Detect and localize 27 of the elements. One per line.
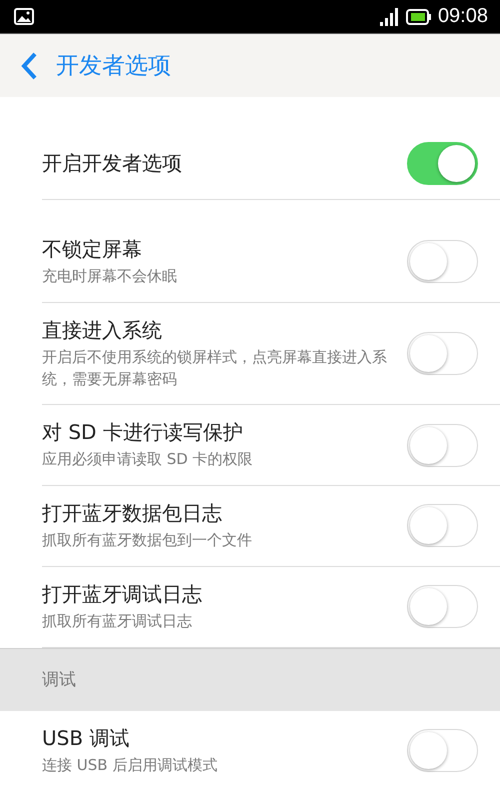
- setting-description: 充电时屏幕不会休眠: [42, 266, 178, 287]
- setting-title: 打开蓝牙调试日志: [42, 580, 203, 608]
- setting-title: 打开蓝牙数据包日志: [42, 500, 223, 527]
- setting-title: 不锁定屏幕: [42, 236, 143, 263]
- signal-icon: [380, 8, 400, 26]
- setting-description: 应用必须申请读取 SD 卡的权限: [42, 449, 254, 470]
- page-title: 开发者选项: [56, 52, 171, 81]
- toggle-switch[interactable]: [407, 142, 478, 185]
- setting-description: 抓取所有蓝牙调试日志: [42, 610, 193, 632]
- section-header: 调试: [42, 669, 76, 691]
- toggle-switch[interactable]: [407, 728, 478, 772]
- setting-title: USB 调试: [42, 724, 130, 752]
- setting-title: 对 SD 卡进行读写保护: [42, 419, 244, 446]
- clock-time: 09:08: [438, 5, 488, 28]
- setting-description: 抓取所有蓝牙数据包到一个文件: [42, 530, 253, 551]
- setting-title: 直接进入系统: [42, 316, 163, 344]
- battery-icon: [406, 8, 432, 24]
- setting-description: 连接 USB 后启用调试模式: [42, 754, 218, 776]
- toggle-switch[interactable]: [407, 424, 478, 467]
- toggle-switch[interactable]: [407, 332, 478, 375]
- image-icon: [14, 8, 34, 25]
- setting-description: 开启后不使用系统的锁屏样式，点亮屏幕直接进入系统，需要无屏幕密码: [42, 346, 388, 390]
- toggle-switch[interactable]: [407, 504, 478, 548]
- setting-title: 开启开发者选项: [42, 150, 183, 177]
- toggle-switch[interactable]: [407, 240, 478, 284]
- back-icon[interactable]: [20, 52, 38, 80]
- toggle-switch[interactable]: [407, 585, 478, 628]
